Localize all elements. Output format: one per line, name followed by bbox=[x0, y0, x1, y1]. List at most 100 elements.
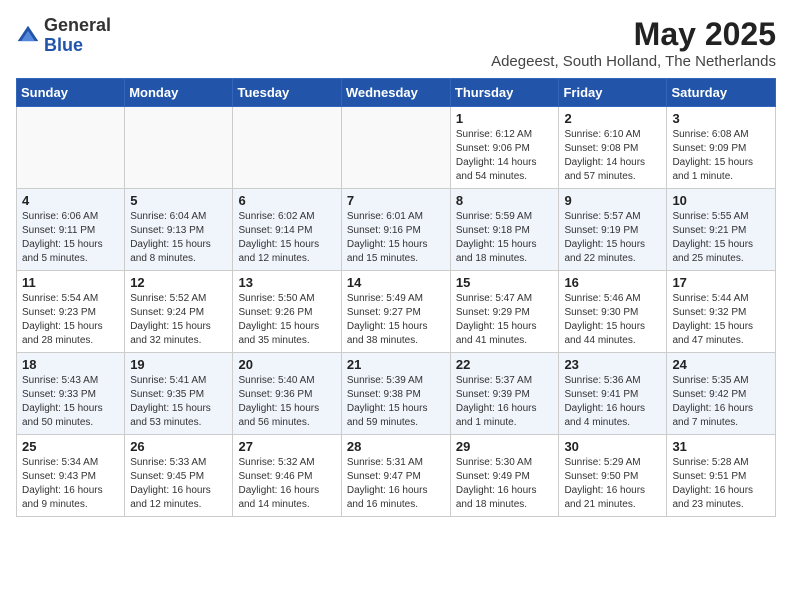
day-number: 8 bbox=[456, 193, 554, 208]
day-info: Sunrise: 5:55 AM Sunset: 9:21 PM Dayligh… bbox=[672, 210, 770, 266]
day-info: Sunrise: 5:32 AM Sunset: 9:46 PM Dayligh… bbox=[238, 456, 335, 512]
day-info: Sunrise: 6:01 AM Sunset: 9:16 PM Dayligh… bbox=[347, 210, 445, 266]
day-info: Sunrise: 5:59 AM Sunset: 9:18 PM Dayligh… bbox=[456, 210, 554, 266]
day-number: 17 bbox=[672, 275, 770, 290]
day-number: 18 bbox=[22, 357, 119, 372]
calendar-cell: 31Sunrise: 5:28 AM Sunset: 9:51 PM Dayli… bbox=[667, 435, 776, 517]
day-info: Sunrise: 5:43 AM Sunset: 9:33 PM Dayligh… bbox=[22, 374, 119, 430]
day-number: 7 bbox=[347, 193, 445, 208]
location: Adegeest, South Holland, The Netherlands bbox=[491, 53, 776, 70]
day-info: Sunrise: 5:33 AM Sunset: 9:45 PM Dayligh… bbox=[130, 456, 227, 512]
day-number: 31 bbox=[672, 439, 770, 454]
day-number: 20 bbox=[238, 357, 335, 372]
day-number: 3 bbox=[672, 111, 770, 126]
calendar-cell: 3 Sunrise: 6:08 AM Sunset: 9:09 PM Daylig… bbox=[667, 107, 776, 189]
day-number: 21 bbox=[347, 357, 445, 372]
calendar-cell bbox=[17, 107, 125, 189]
day-number: 13 bbox=[238, 275, 335, 290]
calendar-cell: 17 Sunrise: 5:44 AM Sunset: 9:32 PM Dayli… bbox=[667, 271, 776, 353]
logo-blue: Blue bbox=[44, 35, 83, 55]
calendar-cell: 5 Sunrise: 6:04 AM Sunset: 9:13 PM Daylig… bbox=[125, 189, 233, 271]
day-info: Sunrise: 5:50 AM Sunset: 9:26 PM Dayligh… bbox=[238, 292, 335, 348]
calendar-cell: 28 Sunrise: 5:31 AM Sunset: 9:47 PM Dayli… bbox=[341, 435, 450, 517]
calendar-cell: 10 Sunrise: 5:55 AM Sunset: 9:21 PM Dayli… bbox=[667, 189, 776, 271]
calendar-cell: 13 Sunrise: 5:50 AM Sunset: 9:26 PM Dayli… bbox=[233, 271, 341, 353]
day-info: Sunrise: 5:47 AM Sunset: 9:29 PM Dayligh… bbox=[456, 292, 554, 348]
calendar-cell: 29 Sunrise: 5:30 AM Sunset: 9:49 PM Dayli… bbox=[450, 435, 559, 517]
day-info: Sunrise: 5:35 AM Sunset: 9:42 PM Dayligh… bbox=[672, 374, 770, 430]
day-number: 16 bbox=[564, 275, 661, 290]
calendar-cell: 4 Sunrise: 6:06 AM Sunset: 9:11 PM Daylig… bbox=[17, 189, 125, 271]
day-number: 23 bbox=[564, 357, 661, 372]
day-info: Sunrise: 5:34 AM Sunset: 9:43 PM Dayligh… bbox=[22, 456, 119, 512]
calendar-cell: 24 Sunrise: 5:35 AM Sunset: 9:42 PM Dayli… bbox=[667, 353, 776, 435]
day-number: 6 bbox=[238, 193, 335, 208]
day-info: Sunrise: 5:54 AM Sunset: 9:23 PM Dayligh… bbox=[22, 292, 119, 348]
calendar-week-4: 18 Sunrise: 5:43 AM Sunset: 9:33 PM Dayli… bbox=[17, 353, 776, 435]
calendar-cell: 6 Sunrise: 6:02 AM Sunset: 9:14 PM Daylig… bbox=[233, 189, 341, 271]
day-info: Sunrise: 5:39 AM Sunset: 9:38 PM Dayligh… bbox=[347, 374, 445, 430]
day-number: 2 bbox=[564, 111, 661, 126]
calendar-week-3: 11 Sunrise: 5:54 AM Sunset: 9:23 PM Dayli… bbox=[17, 271, 776, 353]
weekday-friday: Friday bbox=[559, 79, 667, 107]
day-number: 19 bbox=[130, 357, 227, 372]
day-info: Sunrise: 5:49 AM Sunset: 9:27 PM Dayligh… bbox=[347, 292, 445, 348]
day-number: 4 bbox=[22, 193, 119, 208]
logo-general: General bbox=[44, 15, 111, 35]
day-info: Sunrise: 5:41 AM Sunset: 9:35 PM Dayligh… bbox=[130, 374, 227, 430]
day-info: Sunrise: 5:30 AM Sunset: 9:49 PM Dayligh… bbox=[456, 456, 554, 512]
day-info: Sunrise: 5:40 AM Sunset: 9:36 PM Dayligh… bbox=[238, 374, 335, 430]
day-info: Sunrise: 6:04 AM Sunset: 9:13 PM Dayligh… bbox=[130, 210, 227, 266]
day-info: Sunrise: 5:46 AM Sunset: 9:30 PM Dayligh… bbox=[564, 292, 661, 348]
day-info: Sunrise: 6:06 AM Sunset: 9:11 PM Dayligh… bbox=[22, 210, 119, 266]
logo-icon bbox=[16, 24, 40, 48]
weekday-header-row: SundayMondayTuesdayWednesdayThursdayFrid… bbox=[17, 79, 776, 107]
day-number: 30 bbox=[564, 439, 661, 454]
calendar-week-1: 1Sunrise: 6:12 AM Sunset: 9:06 PM Daylig… bbox=[17, 107, 776, 189]
calendar-cell: 19 Sunrise: 5:41 AM Sunset: 9:35 PM Dayli… bbox=[125, 353, 233, 435]
calendar-cell: 16 Sunrise: 5:46 AM Sunset: 9:30 PM Dayli… bbox=[559, 271, 667, 353]
day-info: Sunrise: 5:52 AM Sunset: 9:24 PM Dayligh… bbox=[130, 292, 227, 348]
day-number: 5 bbox=[130, 193, 227, 208]
day-info: Sunrise: 6:02 AM Sunset: 9:14 PM Dayligh… bbox=[238, 210, 335, 266]
day-number: 24 bbox=[672, 357, 770, 372]
day-info: Sunrise: 5:31 AM Sunset: 9:47 PM Dayligh… bbox=[347, 456, 445, 512]
day-info: Sunrise: 5:29 AM Sunset: 9:50 PM Dayligh… bbox=[564, 456, 661, 512]
day-number: 26 bbox=[130, 439, 227, 454]
weekday-monday: Monday bbox=[125, 79, 233, 107]
day-info: Sunrise: 6:08 AM Sunset: 9:09 PM Dayligh… bbox=[672, 128, 770, 184]
day-info: Sunrise: 5:37 AM Sunset: 9:39 PM Dayligh… bbox=[456, 374, 554, 430]
day-number: 28 bbox=[347, 439, 445, 454]
calendar-cell: 26 Sunrise: 5:33 AM Sunset: 9:45 PM Dayli… bbox=[125, 435, 233, 517]
calendar-cell bbox=[125, 107, 233, 189]
day-number: 10 bbox=[672, 193, 770, 208]
day-number: 29 bbox=[456, 439, 554, 454]
calendar-cell bbox=[233, 107, 341, 189]
day-number: 15 bbox=[456, 275, 554, 290]
day-info: Sunrise: 5:44 AM Sunset: 9:32 PM Dayligh… bbox=[672, 292, 770, 348]
calendar-cell: 12Sunrise: 5:52 AM Sunset: 9:24 PM Dayli… bbox=[125, 271, 233, 353]
title-block: May 2025 Adegeest, South Holland, The Ne… bbox=[491, 16, 776, 70]
calendar-cell: 18 Sunrise: 5:43 AM Sunset: 9:33 PM Dayli… bbox=[17, 353, 125, 435]
day-number: 27 bbox=[238, 439, 335, 454]
page-header: General Blue May 2025 Adegeest, South Ho… bbox=[16, 16, 776, 70]
day-info: Sunrise: 6:10 AM Sunset: 9:08 PM Dayligh… bbox=[564, 128, 661, 184]
day-info: Sunrise: 5:57 AM Sunset: 9:19 PM Dayligh… bbox=[564, 210, 661, 266]
day-number: 14 bbox=[347, 275, 445, 290]
calendar-cell: 2 Sunrise: 6:10 AM Sunset: 9:08 PM Daylig… bbox=[559, 107, 667, 189]
day-number: 9 bbox=[564, 193, 661, 208]
logo: General Blue bbox=[16, 16, 111, 56]
calendar-week-5: 25 Sunrise: 5:34 AM Sunset: 9:43 PM Dayli… bbox=[17, 435, 776, 517]
calendar-cell: 21 Sunrise: 5:39 AM Sunset: 9:38 PM Dayli… bbox=[341, 353, 450, 435]
weekday-sunday: Sunday bbox=[17, 79, 125, 107]
calendar-cell: 20 Sunrise: 5:40 AM Sunset: 9:36 PM Dayli… bbox=[233, 353, 341, 435]
day-number: 25 bbox=[22, 439, 119, 454]
day-number: 22 bbox=[456, 357, 554, 372]
weekday-thursday: Thursday bbox=[450, 79, 559, 107]
day-number: 11 bbox=[22, 275, 119, 290]
day-number: 1 bbox=[456, 111, 554, 126]
calendar-cell: 22 Sunrise: 5:37 AM Sunset: 9:39 PM Dayli… bbox=[450, 353, 559, 435]
calendar-cell: 14 Sunrise: 5:49 AM Sunset: 9:27 PM Dayli… bbox=[341, 271, 450, 353]
calendar-cell: 27 Sunrise: 5:32 AM Sunset: 9:46 PM Dayli… bbox=[233, 435, 341, 517]
calendar-cell: 23Sunrise: 5:36 AM Sunset: 9:41 PM Dayli… bbox=[559, 353, 667, 435]
